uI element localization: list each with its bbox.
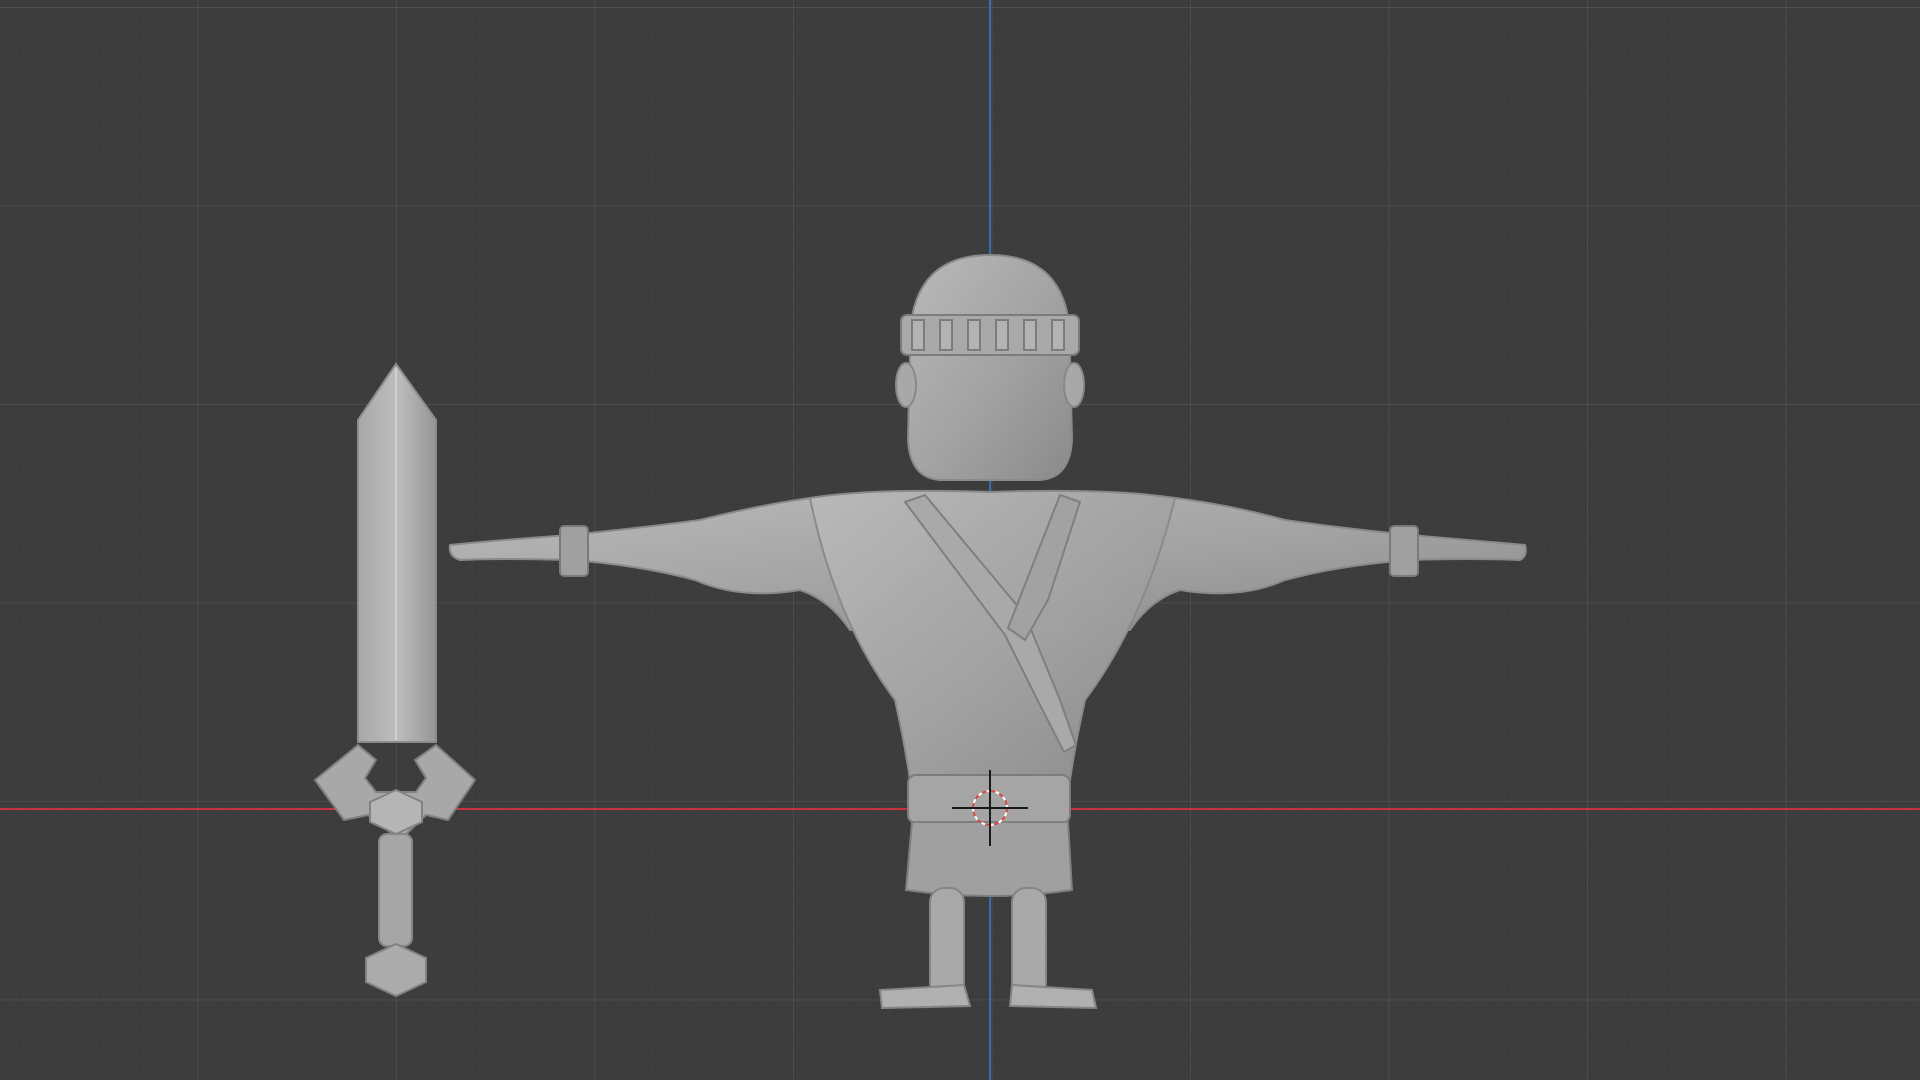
3d-viewport[interactable] [0, 0, 1920, 1080]
sword-mesh-icon[interactable] [313, 362, 477, 998]
character-torso [808, 489, 1177, 781]
sword-pommel [365, 942, 427, 998]
left-ear [895, 362, 917, 408]
left-wrist-cuff [559, 525, 589, 577]
left-foot [878, 983, 972, 1010]
sword-grip [378, 833, 413, 947]
right-ear [1063, 362, 1085, 408]
character-head [906, 253, 1074, 481]
viewport-scene[interactable] [0, 0, 1920, 1080]
right-wrist-cuff [1389, 525, 1419, 577]
left-leg [929, 887, 965, 999]
right-foot [1008, 983, 1098, 1010]
right-leg [1011, 887, 1047, 999]
humanoid-mesh-icon[interactable] [448, 253, 1527, 1010]
